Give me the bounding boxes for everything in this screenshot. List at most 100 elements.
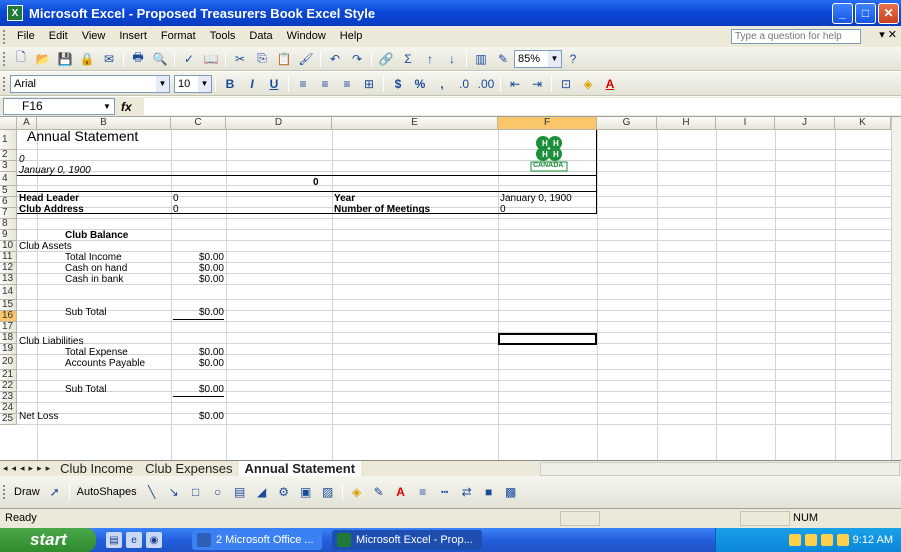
font-select[interactable]: Arial ▼ — [10, 74, 170, 93]
taskbar-item-excel[interactable]: Microsoft Excel - Prop... — [332, 530, 482, 550]
arrow-style-icon[interactable]: ⇄ — [458, 483, 476, 501]
cell-a22[interactable]: Net Loss — [19, 411, 58, 422]
cell-b11[interactable]: Cash on hand — [65, 263, 127, 274]
close-button[interactable]: ✕ — [878, 2, 899, 24]
redo-icon[interactable]: ↷ — [348, 50, 366, 68]
menu-file[interactable]: File — [10, 26, 42, 47]
minimize-button[interactable]: _ — [832, 2, 853, 24]
undo-icon[interactable]: ↶ — [326, 50, 344, 68]
decrease-decimal-icon[interactable]: .00 — [477, 75, 495, 93]
column-header-d[interactable]: D — [226, 117, 332, 130]
column-header-j[interactable]: J — [775, 117, 835, 130]
cell-b20[interactable]: Sub Total — [65, 384, 107, 395]
formula-input[interactable] — [143, 98, 901, 115]
cell-b10[interactable]: Total Income — [65, 252, 122, 263]
toolbar-grip[interactable] — [3, 29, 6, 44]
row-header-3[interactable]: 3 — [0, 161, 17, 172]
research-icon[interactable]: 📖 — [202, 50, 220, 68]
permission-icon[interactable]: 🔒 — [78, 50, 96, 68]
cell-c18[interactable]: $0.00 — [171, 358, 224, 369]
rectangle-icon[interactable]: □ — [187, 483, 205, 501]
question-box[interactable]: Type a question for help — [731, 29, 861, 44]
zoom-select[interactable]: 85% ▼ — [514, 49, 562, 68]
show-desktop-icon[interactable]: ▤ — [106, 532, 122, 548]
row-header-14[interactable]: 14 — [0, 285, 17, 300]
update-icon[interactable] — [836, 534, 849, 546]
clipart-icon[interactable]: ▣ — [297, 483, 315, 501]
arrow-icon[interactable]: ↘ — [165, 483, 183, 501]
row-header-20[interactable]: 20 — [0, 355, 17, 370]
start-button[interactable]: start — [0, 528, 96, 552]
vertical-scrollbar[interactable] — [891, 117, 901, 460]
maximize-button[interactable]: □ — [855, 2, 876, 24]
cell-c12[interactable]: $0.00 — [171, 274, 224, 285]
cell-c14[interactable]: $0.00 — [171, 307, 224, 318]
sort-ascending-icon[interactable]: ↑ — [421, 50, 439, 68]
antivirus-icon[interactable] — [820, 534, 833, 546]
fill-color-icon[interactable]: ◈ — [579, 75, 597, 93]
tab-scroll-buttons[interactable]: ◂◂◂▸▸▸ — [3, 463, 54, 474]
cell-b17[interactable]: Total Expense — [65, 347, 128, 358]
print-icon[interactable]: 🖶 — [129, 50, 147, 68]
shadow-icon[interactable]: ■ — [480, 483, 498, 501]
column-header-h[interactable]: H — [657, 117, 716, 130]
internet-explorer-icon[interactable]: e — [126, 532, 142, 548]
row-header-1[interactable]: 1 — [0, 130, 17, 150]
network-icon[interactable] — [788, 534, 801, 546]
wordart-icon[interactable]: ◢ — [253, 483, 271, 501]
cell-c20[interactable]: $0.00 — [171, 384, 224, 395]
merge-center-icon[interactable]: ⊞ — [360, 75, 378, 93]
paste-icon[interactable]: 📋 — [275, 50, 293, 68]
3d-icon[interactable]: ▩ — [502, 483, 520, 501]
column-header-k[interactable]: K — [835, 117, 891, 130]
active-cell-f16[interactable] — [498, 333, 597, 345]
media-player-icon[interactable]: ◉ — [146, 532, 162, 548]
column-header-c[interactable]: C — [171, 117, 226, 130]
tab-club-expenses[interactable]: Club Expenses — [139, 461, 238, 477]
drawing-icon[interactable]: ✎ — [494, 50, 512, 68]
hyperlink-icon[interactable]: 🔗 — [377, 50, 395, 68]
currency-button[interactable]: $ — [389, 75, 407, 93]
toolbar-grip[interactable] — [3, 485, 6, 499]
open-icon[interactable]: 📂 — [34, 50, 52, 68]
line-icon[interactable]: ╲ — [143, 483, 161, 501]
new-icon[interactable]: 🗋 — [12, 50, 30, 68]
column-header-e[interactable]: E — [332, 117, 498, 130]
font-color-icon[interactable]: A — [601, 75, 619, 93]
menu-help[interactable]: Help — [333, 26, 370, 47]
decrease-indent-icon[interactable]: ⇤ — [506, 75, 524, 93]
workbook-controls[interactable]: ▾ ✕ — [879, 28, 897, 41]
row-header-25[interactable]: 25 — [0, 414, 17, 425]
align-center-icon[interactable]: ≡ — [316, 75, 334, 93]
toolbar-grip[interactable] — [3, 76, 6, 91]
horizontal-scrollbar[interactable] — [540, 462, 900, 476]
excel-icon[interactable]: X — [7, 5, 23, 21]
menu-edit[interactable]: Edit — [42, 26, 75, 47]
tab-club-income[interactable]: Club Income — [54, 461, 139, 477]
cell-f5[interactable]: January 0, 1900 — [500, 193, 572, 204]
row-header-19[interactable]: 19 — [0, 344, 17, 355]
bold-button[interactable]: B — [221, 75, 239, 93]
oval-icon[interactable]: ○ — [209, 483, 227, 501]
picture-icon[interactable]: ▨ — [319, 483, 337, 501]
menu-insert[interactable]: Insert — [112, 26, 154, 47]
cell-c10[interactable]: $0.00 — [171, 252, 224, 263]
cell-c11[interactable]: $0.00 — [171, 263, 224, 274]
align-right-icon[interactable]: ≡ — [338, 75, 356, 93]
fill-color-icon[interactable]: ◈ — [348, 483, 366, 501]
tab-annual-statement[interactable]: Annual Statement — [238, 460, 362, 477]
save-icon[interactable]: 💾 — [56, 50, 74, 68]
textbox-icon[interactable]: ▤ — [231, 483, 249, 501]
cell-b12[interactable]: Cash in bank — [65, 274, 123, 285]
menu-window[interactable]: Window — [280, 26, 333, 47]
row-header-4[interactable]: 4 — [0, 172, 17, 186]
cut-icon[interactable]: ✂ — [231, 50, 249, 68]
comma-button[interactable]: , — [433, 75, 451, 93]
cell-e5[interactable]: Year — [334, 193, 355, 204]
line-color-icon[interactable]: ✎ — [370, 483, 388, 501]
increase-decimal-icon[interactable]: .0 — [455, 75, 473, 93]
chart-wizard-icon[interactable]: ▥ — [472, 50, 490, 68]
increase-indent-icon[interactable]: ⇥ — [528, 75, 546, 93]
underline-button[interactable]: U — [265, 75, 283, 93]
line-style-icon[interactable]: ≡ — [414, 483, 432, 501]
